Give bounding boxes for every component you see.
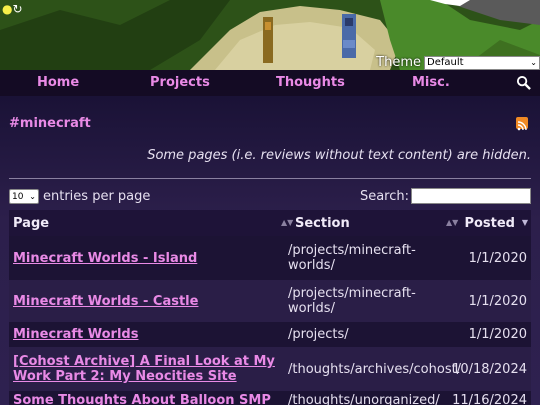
- page-link[interactable]: Minecraft Worlds - Island: [13, 251, 281, 266]
- nav-misc[interactable]: Misc.: [412, 75, 450, 90]
- theme-select-value: Default: [427, 57, 464, 68]
- sort-desc-icon[interactable]: ▼: [522, 218, 528, 227]
- entries-per-page: 10 ⌄ entries per page: [9, 189, 150, 204]
- divider: [9, 178, 531, 179]
- pages-table: Page ▲▼ Section ▲▼ Posted ▼ Minecraft Wo…: [9, 210, 531, 405]
- posted-cell: 11/16/2024: [452, 393, 527, 405]
- page-link[interactable]: Minecraft Worlds - Castle: [13, 294, 281, 309]
- search-input[interactable]: [411, 188, 531, 204]
- section-cell: /projects/minecraft-worlds/: [288, 286, 416, 316]
- table-row: Some Thoughts About Balloon SMP /thought…: [9, 391, 531, 405]
- search-label: Search:: [359, 188, 409, 204]
- section-cell: /thoughts/unorganized/: [288, 393, 440, 405]
- section-cell: /thoughts/archives/cohost/: [288, 361, 462, 377]
- page-link[interactable]: Some Thoughts About Balloon SMP: [13, 393, 281, 405]
- theme-label: Theme: [376, 55, 421, 70]
- search-icon[interactable]: [516, 75, 531, 90]
- col-section-header[interactable]: Section: [295, 216, 455, 231]
- col-page-header[interactable]: Page: [13, 216, 281, 231]
- theme-select[interactable]: Default ⌄: [424, 55, 540, 70]
- table-header: Page ▲▼ Section ▲▼ Posted ▼: [9, 210, 531, 236]
- rss-icon[interactable]: [516, 117, 528, 131]
- section-cell: /projects/minecraft-worlds/: [288, 243, 416, 273]
- entries-label: entries per page: [43, 189, 151, 204]
- nav-home[interactable]: Home: [37, 75, 79, 90]
- table-row: Minecraft Worlds - Castle /projects/mine…: [9, 280, 531, 322]
- toolbar-icons: ●↻: [2, 2, 23, 16]
- chevron-down-icon: ⌄: [530, 58, 537, 67]
- table-row: Minecraft Worlds - Island /projects/mine…: [9, 236, 531, 280]
- posted-cell: 1/1/2020: [468, 327, 527, 342]
- sort-icon[interactable]: ▲▼: [281, 218, 293, 227]
- nav-projects[interactable]: Projects: [150, 75, 210, 90]
- section-cell: /projects/: [288, 327, 349, 342]
- page-link[interactable]: Minecraft Worlds: [13, 327, 281, 342]
- refresh-icon[interactable]: ↻: [12, 2, 22, 16]
- table-row: Minecraft Worlds /projects/ 1/1/2020: [9, 322, 531, 347]
- theme-switcher: Theme Default ⌄: [376, 55, 540, 70]
- chevron-down-icon: ⌄: [29, 192, 36, 201]
- entries-select[interactable]: 10 ⌄: [9, 189, 39, 204]
- posted-cell: 10/18/2024: [452, 361, 527, 377]
- page-link[interactable]: [Cohost Archive] A Final Look at My Work…: [13, 354, 281, 384]
- posted-cell: 1/1/2020: [468, 250, 527, 266]
- entries-select-value: 10: [12, 191, 24, 202]
- table-row: [Cohost Archive] A Final Look at My Work…: [9, 347, 531, 391]
- posted-cell: 1/1/2020: [468, 293, 527, 309]
- tag-page-content: #minecraft Some pages (i.e. reviews with…: [0, 96, 540, 405]
- sort-icon[interactable]: ▲▼: [446, 218, 458, 227]
- col-posted-header[interactable]: Posted: [464, 216, 515, 231]
- page-title: #minecraft: [9, 116, 91, 131]
- header-banner: ●↻ Theme Default ⌄: [0, 0, 540, 70]
- table-search: Search:: [360, 188, 531, 204]
- nav-thoughts[interactable]: Thoughts: [276, 75, 345, 90]
- sun-icon[interactable]: ●: [2, 2, 12, 16]
- hidden-pages-note: Some pages (i.e. reviews without text co…: [147, 148, 531, 163]
- main-nav: Home Projects Thoughts Misc.: [0, 70, 540, 96]
